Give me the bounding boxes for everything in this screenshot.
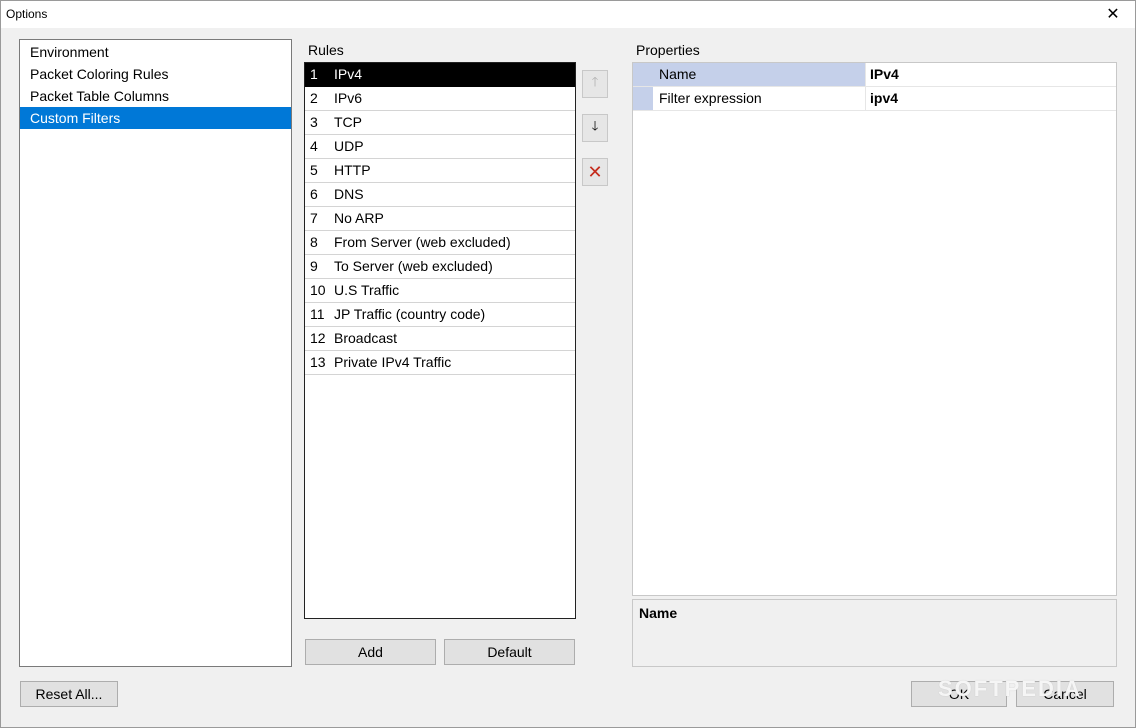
nav-item-custom-filters[interactable]: Custom Filters [20,107,291,129]
rule-number: 8 [310,234,318,250]
rule-row[interactable]: 5 HTTP [305,159,575,183]
rule-name: IPv6 [334,90,363,106]
property-value-input[interactable]: ipv4 [866,87,1116,110]
rule-number: 5 [310,162,318,178]
rule-number: 10 [310,282,326,298]
rule-number: 1 [310,66,318,82]
properties-grid: Name IPv4 Filter expression ipv4 [632,62,1117,596]
options-nav: Environment Packet Coloring Rules Packet… [19,39,292,667]
window-title: Options [6,7,48,21]
move-down-button[interactable]: 🡓 [582,114,608,142]
rule-row[interactable]: 6 DNS [305,183,575,207]
rule-row[interactable]: 4 UDP [305,135,575,159]
rule-name: UDP [334,138,364,154]
rule-number: 13 [310,354,326,370]
rule-number: 3 [310,114,318,130]
arrow-down-icon: 🡓 [591,118,599,133]
rule-name: Private IPv4 Traffic [334,354,452,370]
rule-row[interactable]: 7 No ARP [305,207,575,231]
rule-row[interactable]: 12 Broadcast [305,327,575,351]
rule-number: 12 [310,330,326,346]
property-key: Filter expression [653,87,866,110]
add-button[interactable]: Add [305,639,436,665]
rule-name: HTTP [334,162,371,178]
property-gutter [633,63,653,86]
rule-row[interactable]: 8 From Server (web excluded) [305,231,575,255]
rule-name: JP Traffic (country code) [334,306,486,322]
rule-row[interactable]: 11 JP Traffic (country code) [305,303,575,327]
rule-name: TCP [334,114,362,130]
nav-item-packet-table-columns[interactable]: Packet Table Columns [20,85,291,107]
title-bar: Options ✕ [0,0,1136,28]
move-up-button[interactable]: 🡑 [582,70,608,98]
default-button[interactable]: Default [444,639,575,665]
rule-name: From Server (web excluded) [334,234,511,250]
rule-row[interactable]: 13 Private IPv4 Traffic [305,351,575,375]
rule-name: DNS [334,186,364,202]
rule-number: 9 [310,258,318,274]
rule-row[interactable]: 10 U.S Traffic [305,279,575,303]
properties-label: Properties [636,42,700,58]
rule-name: U.S Traffic [334,282,400,298]
property-row-filter-expression[interactable]: Filter expression ipv4 [633,87,1116,111]
rule-number: 11 [310,306,325,322]
property-description: Name [632,599,1117,667]
rule-number: 4 [310,138,318,154]
rule-name: IPv4 [334,66,363,82]
property-row-name[interactable]: Name IPv4 [633,63,1116,87]
softpedia-watermark: SOFTPEDIA [938,676,1082,701]
rule-name: No ARP [334,210,384,226]
rule-name: To Server (web excluded) [334,258,493,274]
property-description-title: Name [639,605,678,621]
nav-item-environment[interactable]: Environment [20,41,291,63]
delete-icon: ✕ [587,161,603,182]
rule-row[interactable]: 9 To Server (web excluded) [305,255,575,279]
close-icon[interactable]: ✕ [1090,0,1136,28]
property-gutter [633,87,653,110]
rule-number: 6 [310,186,318,202]
rules-label: Rules [308,42,344,58]
rules-list[interactable]: 1 IPv4 2 IPv6 3 TCP 4 UDP 5 HTTP 6 DNS 7 No ARP… [304,62,576,619]
rule-row[interactable]: 2 IPv6 [305,87,575,111]
rule-name: Broadcast [334,330,398,346]
property-value-input[interactable]: IPv4 [866,63,1116,86]
arrow-up-icon: 🡑 [591,74,599,89]
rule-number: 2 [310,90,318,106]
rule-row[interactable]: 1 IPv4 [305,63,575,87]
rule-row[interactable]: 3 TCP [305,111,575,135]
property-key: Name [653,63,866,86]
reset-all-button[interactable]: Reset All... [20,681,118,707]
rule-number: 7 [310,210,318,226]
delete-rule-button[interactable]: ✕ [582,158,608,186]
nav-item-packet-coloring-rules[interactable]: Packet Coloring Rules [20,63,291,85]
